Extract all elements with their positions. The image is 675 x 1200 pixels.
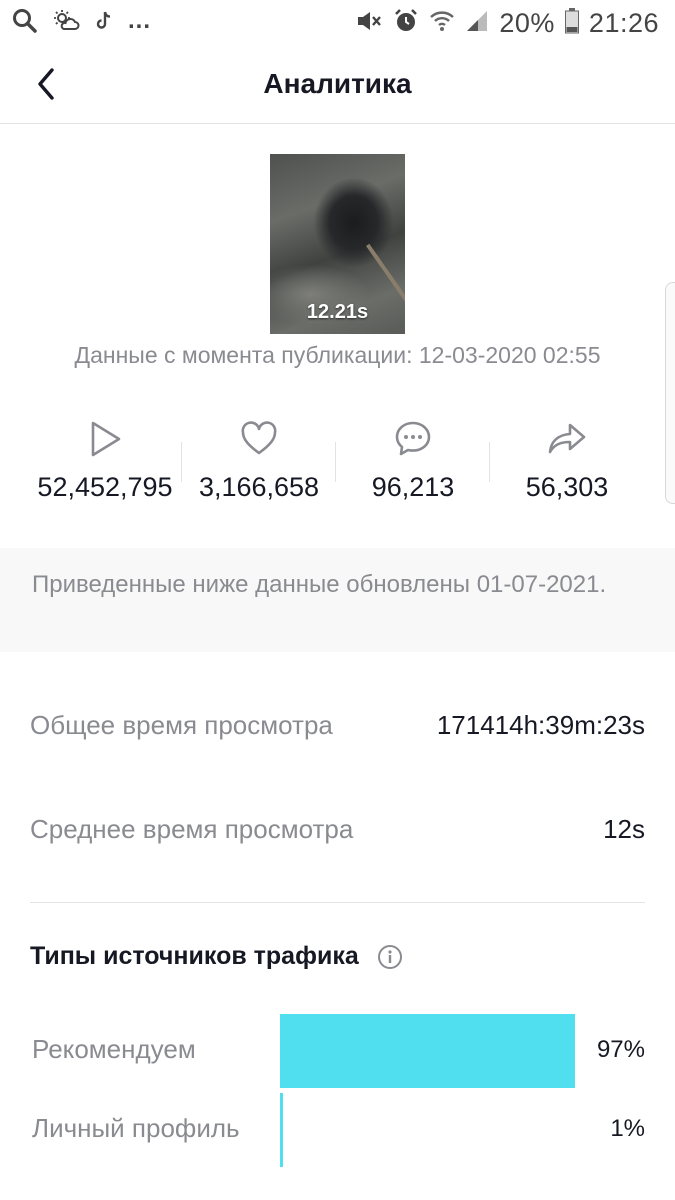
page-title: Аналитика	[263, 68, 412, 99]
stat-views: 52,452,795	[28, 418, 182, 508]
share-icon	[548, 423, 586, 454]
traffic-bar-track	[280, 1014, 584, 1088]
total-watch-time-value: 171414h:39m:23s	[436, 710, 645, 740]
video-thumbnail[interactable]: 12.21s	[270, 154, 405, 334]
header: Аналитика	[0, 48, 675, 124]
stat-shares: 56,303	[490, 418, 644, 508]
wifi-icon	[429, 9, 455, 38]
traffic-label: Рекомендуем	[32, 1034, 196, 1064]
total-watch-time-row: Общее время просмотра 171414h:39m:23s	[30, 710, 645, 741]
stats-row: 52,452,795 3,166,658 96,213 56,303	[28, 418, 644, 508]
battery-icon	[564, 8, 579, 39]
more-notifications-icon: ...	[128, 6, 152, 34]
avg-watch-time-value: 12s	[603, 814, 645, 844]
data-updated-notice: Приведенные ниже данные обновлены 01-07-…	[0, 548, 675, 652]
likes-count: 3,166,658	[198, 472, 320, 502]
video-duration: 12.21s	[306, 301, 369, 323]
battery-percent: 20%	[499, 8, 555, 38]
traffic-bar	[280, 1014, 575, 1088]
comments-count: 96,213	[371, 472, 455, 502]
traffic-bar-track	[280, 1093, 584, 1167]
comment-icon	[395, 421, 431, 456]
views-count: 52,452,795	[37, 472, 173, 502]
status-bar: ... 20% 21:26	[0, 0, 675, 48]
traffic-label: Личный профиль	[32, 1113, 240, 1143]
stat-likes: 3,166,658	[182, 418, 336, 508]
traffic-title-text: Типы источников трафика	[30, 942, 359, 970]
play-icon	[91, 421, 121, 457]
tiktok-icon	[94, 10, 114, 37]
traffic-row-recommended: Рекомендуем 97%	[30, 1014, 645, 1088]
search-icon	[12, 8, 38, 39]
traffic-percent: 1%	[610, 1115, 645, 1142]
traffic-row-personal-profile: Личный профиль 1%	[30, 1093, 645, 1167]
alarm-icon	[393, 8, 419, 39]
mute-icon	[355, 9, 383, 38]
published-since-text: Данные с момента публикации: 12-03-2020 …	[74, 342, 601, 368]
weather-icon	[52, 9, 80, 38]
avg-watch-time-label: Среднее время просмотра	[30, 814, 354, 844]
shares-count: 56,303	[525, 472, 609, 502]
info-icon[interactable]	[377, 944, 403, 970]
heart-icon	[241, 421, 277, 455]
clock: 21:26	[588, 8, 659, 38]
traffic-bar	[280, 1093, 283, 1167]
traffic-section-title: Типы источников трафика	[30, 942, 403, 971]
side-scroll-indicator	[665, 282, 675, 504]
signal-icon	[465, 9, 489, 38]
traffic-percent: 97%	[596, 1036, 645, 1063]
stat-comments: 96,213	[336, 418, 490, 508]
avg-watch-time-row: Среднее время просмотра 12s	[30, 814, 645, 845]
total-watch-time-label: Общее время просмотра	[30, 710, 333, 740]
section-divider	[30, 902, 645, 903]
